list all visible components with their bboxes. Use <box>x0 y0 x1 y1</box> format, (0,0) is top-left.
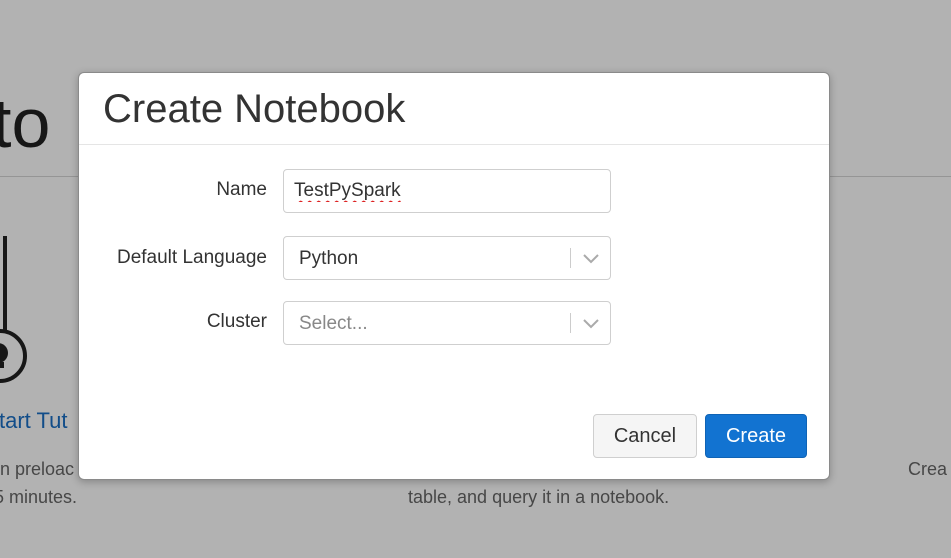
cancel-button[interactable]: Cancel <box>593 414 697 458</box>
create-button[interactable]: Create <box>705 414 807 458</box>
default-language-label: Default Language <box>116 247 267 268</box>
selected-language: Python <box>299 248 359 269</box>
cluster-label: Cluster <box>206 311 267 332</box>
chevron-down-icon[interactable] <box>581 315 601 331</box>
default-language-select[interactable]: Python <box>283 236 611 280</box>
chevron-down-icon[interactable] <box>581 250 601 266</box>
name-label: Name <box>216 179 267 200</box>
dialog-header: Create Notebook <box>79 73 829 145</box>
create-notebook-dialog: Create Notebook Name Default Language Py… <box>78 72 830 480</box>
cluster-select[interactable]: Select... <box>283 301 611 345</box>
cluster-placeholder: Select... <box>299 313 368 334</box>
name-input[interactable] <box>283 169 611 213</box>
select-separator <box>570 248 571 268</box>
dialog-title: Create Notebook <box>103 87 406 131</box>
select-separator <box>570 313 571 333</box>
